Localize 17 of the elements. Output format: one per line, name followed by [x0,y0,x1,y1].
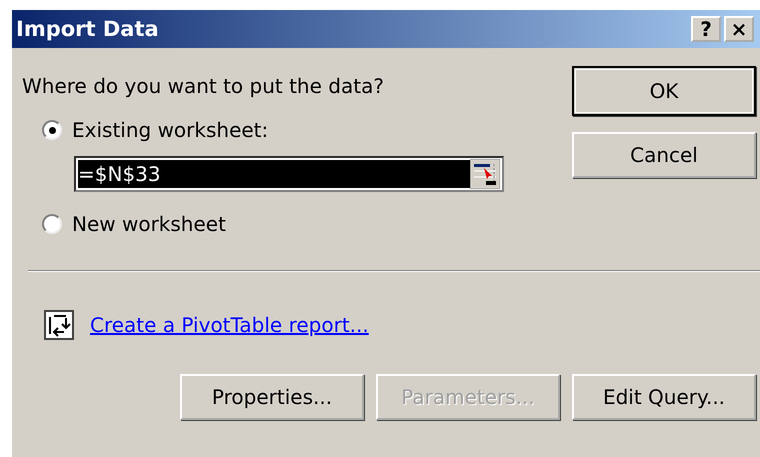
radio-button[interactable] [42,120,62,140]
range-value: =$N$33 [78,160,470,188]
pivot-table-icon [44,310,74,340]
radio-button[interactable] [42,214,62,234]
pivot-table-link[interactable]: Create a PivotTable report... [90,313,369,337]
option-label[interactable]: Existing worksheet: [72,118,268,142]
help-button[interactable]: ? [691,16,721,42]
cancel-button[interactable]: Cancel [572,132,756,178]
question-label: Where do you want to put the data? [22,74,385,98]
close-button[interactable]: × [724,16,754,42]
ok-button[interactable]: OK [572,66,756,116]
option-label[interactable]: New worksheet [72,212,226,236]
properties-button[interactable]: Properties... [180,374,364,420]
edit-query-button[interactable]: Edit Query... [572,374,756,420]
window-title: Import Data [16,17,159,41]
range-select-icon[interactable] [470,159,500,189]
range-field[interactable]: =$N$33 [74,156,504,192]
